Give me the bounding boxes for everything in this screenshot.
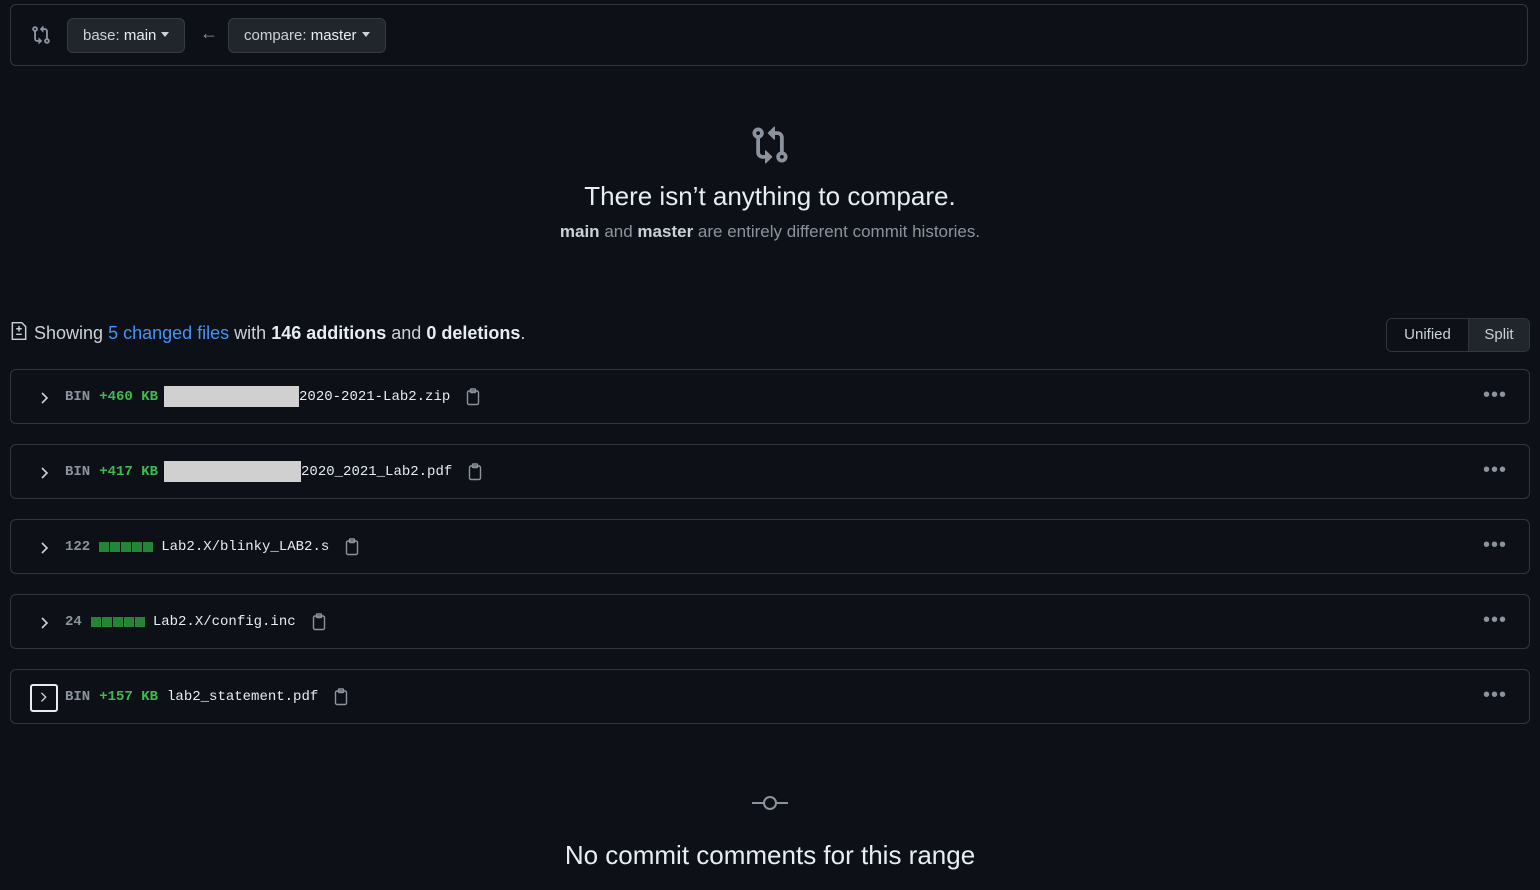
kebab-horizontal-icon[interactable]: ••• (1483, 458, 1507, 482)
with-text: with (234, 323, 267, 343)
size-diff: +417 KB (99, 464, 159, 480)
compare-label: compare: (244, 27, 311, 44)
copy-icon[interactable] (465, 388, 481, 406)
git-compare-icon (32, 25, 50, 45)
diffstat-bar (99, 542, 154, 552)
file-header: 122 Lab2.X/blinky_LAB2.s ••• (10, 519, 1530, 574)
chevron-right-icon[interactable] (30, 609, 58, 637)
kebab-horizontal-icon[interactable]: ••• (1483, 533, 1507, 557)
unified-view-button[interactable]: Unified (1387, 319, 1469, 351)
git-commit-icon (752, 796, 788, 810)
size-diff: +460 KB (99, 389, 159, 405)
branch-a: main (559, 222, 600, 241)
caret-down-icon (161, 31, 170, 37)
file-header: BIN +157 KB lab2_statement.pdf ••• (10, 669, 1530, 724)
deletions-count: 0 deletions (426, 323, 521, 343)
file-name[interactable]: 2020_2021_Lab2.pdf (301, 463, 452, 481)
chevron-right-icon[interactable] (30, 684, 58, 712)
chevron-right-icon[interactable] (30, 459, 58, 487)
branch-b: master (637, 222, 694, 241)
additions-count: 146 additions (271, 323, 387, 343)
copy-icon[interactable] (333, 688, 349, 706)
caret-down-icon (361, 31, 370, 37)
base-branch-button[interactable]: base: main (67, 18, 186, 53)
file-name[interactable]: lab2_statement.pdf (167, 688, 318, 706)
compare-range-bar: base: main ← compare: master (10, 4, 1528, 66)
no-comments-title: No commit comments for this range (564, 840, 976, 870)
file-diff-icon (11, 321, 27, 341)
diff-view-toggle: Unified Split (1386, 318, 1530, 352)
file-name[interactable]: Lab2.X/config.inc (153, 613, 296, 631)
diffstat-bar (90, 617, 145, 627)
period: . (520, 323, 526, 343)
showing-text: Showing (34, 323, 104, 343)
compare-branch-button[interactable]: compare: master (228, 18, 386, 53)
binary-label: BIN (65, 389, 91, 405)
file-header: 24 Lab2.X/config.inc ••• (10, 594, 1530, 649)
kebab-horizontal-icon[interactable]: ••• (1483, 683, 1507, 707)
file-header: BIN +417 KB 2020_2021_Lab2.pdf ••• (10, 444, 1530, 499)
blankslate-title: There isn’t anything to compare. (584, 181, 956, 211)
file-name[interactable]: Lab2.X/blinky_LAB2.s (161, 538, 329, 556)
kebab-horizontal-icon[interactable]: ••• (1483, 608, 1507, 632)
compare-branch-name: master (310, 27, 357, 44)
chevron-right-icon[interactable] (30, 384, 58, 412)
size-diff: +157 KB (99, 689, 159, 705)
and-text: and (604, 222, 633, 241)
copy-icon[interactable] (344, 538, 360, 556)
copy-icon[interactable] (467, 463, 483, 481)
arrow-left-icon: ← (200, 23, 218, 43)
copy-icon[interactable] (311, 613, 327, 631)
base-branch-name: main (123, 27, 157, 44)
kebab-horizontal-icon[interactable]: ••• (1483, 383, 1507, 407)
file-name[interactable]: 2020-2021-Lab2.zip (299, 388, 450, 406)
binary-label: BIN (65, 464, 91, 480)
split-view-button[interactable]: Split (1469, 319, 1529, 351)
rest-text: are entirely different commit histories. (697, 222, 981, 241)
changed-files-link[interactable]: 5 changed files (108, 323, 229, 343)
file-header: BIN +460 KB 2020-2021-Lab2.zip ••• (10, 369, 1530, 424)
and-text: and (391, 323, 422, 343)
lines-changed: 24 (65, 614, 82, 630)
binary-label: BIN (65, 689, 91, 705)
blankslate-subtitle: main and master are entirely different c… (0, 222, 1540, 242)
redacted-block (164, 461, 302, 482)
base-label: base: (83, 27, 124, 44)
chevron-right-icon[interactable] (30, 534, 58, 562)
git-compare-icon (752, 126, 788, 164)
diff-summary: Showing 5 changed files with 146 additio… (10, 321, 525, 345)
redacted-block (164, 386, 300, 407)
lines-changed: 122 (65, 539, 91, 555)
